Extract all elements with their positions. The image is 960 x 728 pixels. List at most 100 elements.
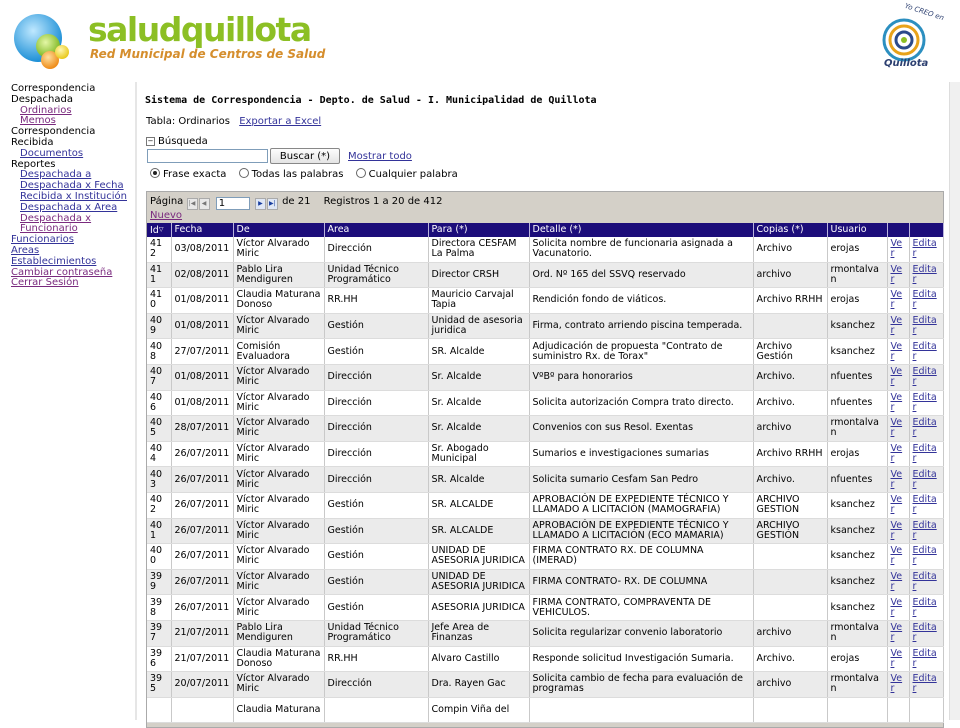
edit-link[interactable]: Editar <box>913 443 937 464</box>
view-link[interactable]: Ver <box>891 673 903 694</box>
column-header[interactable]: Id▽ <box>147 223 172 237</box>
sidebar-link-documentos[interactable]: Documentos <box>20 148 83 159</box>
table-row: 397 21/07/2011 Pablo Lira Mendiguren Unidad… <box>147 620 944 647</box>
view-link[interactable]: Ver <box>891 264 903 285</box>
radio-selected-icon[interactable] <box>150 168 160 178</box>
cell-usuario: nfuentes <box>827 466 888 493</box>
column-header[interactable]: Copias (*) <box>753 223 828 237</box>
column-header[interactable]: Area <box>324 223 429 237</box>
cell-detalle: FIRMA CONTRATO- RX. DE COLUMNA <box>529 569 754 596</box>
view-link[interactable]: Ver <box>891 238 903 259</box>
sort-desc-icon[interactable]: ▽ <box>159 226 164 233</box>
view-link[interactable]: Ver <box>891 315 903 336</box>
view-link[interactable]: Ver <box>891 289 903 310</box>
view-link[interactable]: Ver <box>891 392 903 413</box>
sidebar-link-establecimientos[interactable]: Establecimientos <box>11 256 96 267</box>
cell-action: Editar <box>909 338 944 365</box>
radio-any-word[interactable]: Cualquier palabra <box>355 168 458 180</box>
column-header[interactable]: Detalle (*) <box>529 223 754 237</box>
edit-link[interactable]: Editar <box>913 341 937 362</box>
sidebar-link-areas[interactable]: Areas <box>11 245 39 256</box>
cell-area <box>324 697 429 724</box>
edit-link[interactable]: Editar <box>913 622 937 643</box>
edit-link[interactable]: Editar <box>913 392 937 413</box>
page-number-input[interactable]: 1 <box>215 197 250 210</box>
edit-link[interactable]: Editar <box>913 238 937 259</box>
sidebar-link-memos[interactable]: Memos <box>20 115 56 126</box>
view-link[interactable]: Ver <box>891 648 903 669</box>
view-link[interactable]: Ver <box>891 545 903 566</box>
view-link[interactable]: Ver <box>891 443 903 464</box>
column-header[interactable]: Fecha <box>171 223 234 237</box>
sidebar-link-despachada-funcionario[interactable]: Despachada x <box>20 213 91 224</box>
view-link[interactable]: Ver <box>891 571 903 592</box>
prev-page-icon[interactable]: ◀ <box>198 198 210 210</box>
cell-action: Ver <box>887 237 910 263</box>
sidebar-link-despachada-funcionario-2[interactable]: Funcionario <box>20 223 78 234</box>
cell-para: Sr. Alcalde <box>428 364 530 391</box>
edit-link[interactable]: Editar <box>913 494 937 515</box>
edit-link[interactable]: Editar <box>913 597 937 618</box>
sidebar-link-cambiar-contrasena[interactable]: Cambiar contraseña <box>11 267 112 278</box>
edit-link[interactable]: Editar <box>913 417 937 438</box>
cell-fecha: 21/07/2011 <box>171 646 234 673</box>
last-page-icon[interactable]: ▶| <box>266 198 278 210</box>
cell-copias <box>753 543 828 570</box>
view-link[interactable]: Ver <box>891 520 903 541</box>
search-input[interactable] <box>147 149 268 163</box>
cell-action: Ver <box>887 390 910 417</box>
view-link[interactable]: Ver <box>891 622 903 643</box>
view-link[interactable]: Ver <box>891 469 903 490</box>
page-scrollbar[interactable] <box>949 82 960 720</box>
cell-area: Gestión <box>324 338 429 365</box>
new-record-link[interactable]: Nuevo <box>150 210 182 221</box>
radio-icon[interactable] <box>238 168 249 178</box>
edit-link[interactable]: Editar <box>913 469 937 490</box>
cell-de: Víctor Alvarado Miric <box>233 441 325 468</box>
sidebar-link-recibida-institucion[interactable]: Recibida x Institución <box>20 191 127 202</box>
view-link[interactable]: Ver <box>891 341 903 362</box>
edit-link[interactable]: Editar <box>913 571 937 592</box>
first-page-icon[interactable]: |◀ <box>186 198 198 210</box>
sidebar-link-funcionarios[interactable]: Funcionarios <box>11 234 74 245</box>
column-header[interactable]: Usuario <box>827 223 888 237</box>
show-all-link[interactable]: Mostrar todo <box>348 151 412 162</box>
column-header[interactable]: Para (*) <box>428 223 530 237</box>
view-link[interactable]: Ver <box>891 366 903 387</box>
table-row: 408 27/07/2011 Comisión Evaluadora Gestión S… <box>147 338 944 365</box>
edit-link[interactable]: Editar <box>913 315 937 336</box>
export-excel-link[interactable]: Exportar a Excel <box>239 116 321 127</box>
cell-action: Editar <box>909 287 944 314</box>
edit-link[interactable]: Editar <box>913 264 937 285</box>
sidebar-link-despachada-a[interactable]: Despachada a <box>20 169 91 180</box>
column-header[interactable]: De <box>233 223 325 237</box>
edit-link[interactable]: Editar <box>913 545 937 566</box>
search-section-toggle[interactable]: − Búsqueda <box>146 136 208 147</box>
radio-exact-phrase[interactable]: Frase exacta <box>150 168 227 180</box>
radio-all-words[interactable]: Todas las palabras <box>238 168 343 180</box>
search-section-label: Búsqueda <box>158 136 208 147</box>
radio-exact-label: Frase exacta <box>163 169 227 180</box>
edit-link[interactable]: Editar <box>913 648 937 669</box>
cell-id <box>147 697 172 724</box>
cell-copias: Archivo RRHH <box>753 287 828 314</box>
cell-action: Editar <box>909 620 944 647</box>
sidebar-link-cerrar-sesion[interactable]: Cerrar Sesión <box>11 277 79 288</box>
sidebar-link-ordinarios[interactable]: Ordinarios <box>20 105 72 116</box>
search-button[interactable]: Buscar (*) <box>270 148 340 164</box>
view-link[interactable]: Ver <box>891 597 903 618</box>
collapse-icon[interactable]: − <box>146 137 155 146</box>
cell-fecha: 26/07/2011 <box>171 492 234 519</box>
edit-link[interactable]: Editar <box>913 520 937 541</box>
next-page-icon[interactable]: ▶ <box>254 198 266 210</box>
cell-action: Ver <box>887 646 910 673</box>
edit-link[interactable]: Editar <box>913 289 937 310</box>
sidebar-link-despachada-area[interactable]: Despachada x Area <box>20 202 117 213</box>
view-link[interactable]: Ver <box>891 417 903 438</box>
cell-de: Víctor Alvarado Miric <box>233 415 325 442</box>
edit-link[interactable]: Editar <box>913 366 937 387</box>
edit-link[interactable]: Editar <box>913 673 937 694</box>
sidebar-link-despachada-fecha[interactable]: Despachada x Fecha <box>20 180 124 191</box>
radio-icon[interactable] <box>355 168 366 178</box>
view-link[interactable]: Ver <box>891 494 903 515</box>
